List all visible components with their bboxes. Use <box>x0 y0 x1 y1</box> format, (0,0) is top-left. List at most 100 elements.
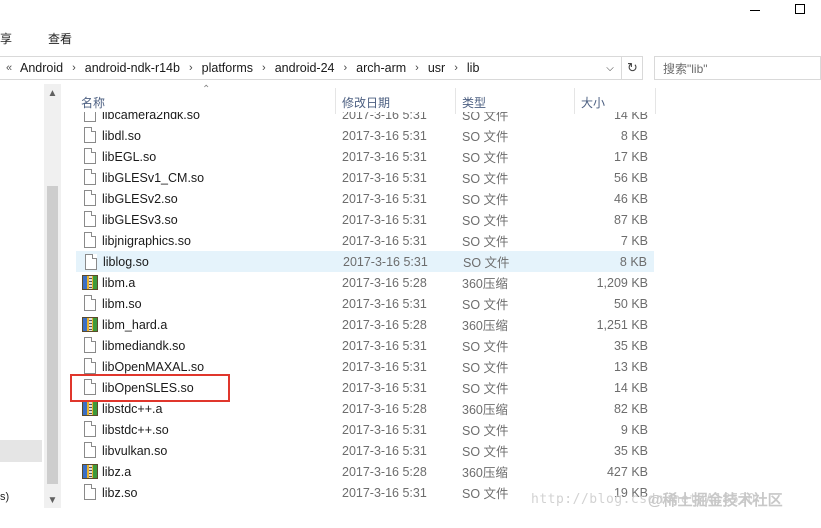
file-date: 2017-3-16 5:31 <box>342 443 427 458</box>
file-name: libm_hard.a <box>102 317 168 332</box>
breadcrumb-segment[interactable]: arch-arm › <box>356 61 428 75</box>
breadcrumb-label[interactable]: lib <box>467 61 480 75</box>
column-header-size[interactable]: 大小 <box>581 94 605 111</box>
document-glyph <box>84 484 96 500</box>
file-row[interactable]: libz.a 2017-3-16 5:28 360压缩 427 KB <box>76 461 654 482</box>
file-row[interactable]: libm.so 2017-3-16 5:31 SO 文件 50 KB <box>76 293 654 314</box>
refresh-icon: ↻ <box>627 60 638 75</box>
file-size: 7 KB <box>620 233 648 248</box>
document-glyph <box>84 190 96 206</box>
breadcrumb-segment[interactable]: lib <box>467 61 480 75</box>
breadcrumb-segment[interactable]: platforms › <box>202 61 275 75</box>
document-glyph <box>84 337 96 353</box>
file-type: 360压缩 <box>462 319 508 333</box>
breadcrumb-separator-icon[interactable]: › <box>189 62 193 74</box>
nav-selected-item[interactable] <box>0 440 42 462</box>
file-icon <box>82 169 98 186</box>
tab-view[interactable]: 查看 <box>48 30 72 47</box>
scroll-up-icon[interactable]: ▲ <box>44 88 61 99</box>
breadcrumb-label[interactable]: android-ndk-r14b <box>85 61 180 75</box>
refresh-button[interactable]: ↻ <box>621 57 643 79</box>
file-name: libjnigraphics.so <box>102 233 191 248</box>
file-name: libmediandk.so <box>102 338 186 353</box>
column-divider[interactable] <box>574 88 575 114</box>
file-row[interactable]: libm.a 2017-3-16 5:28 360压缩 1,209 KB <box>76 272 654 293</box>
file-size: 1,209 KB <box>596 275 648 290</box>
file-row[interactable]: libEGL.so 2017-3-16 5:31 SO 文件 17 KB <box>76 146 654 167</box>
tab-share[interactable]: 共享 <box>0 30 12 47</box>
file-name: libGLESv2.so <box>102 191 178 206</box>
file-row[interactable]: libmediandk.so 2017-3-16 5:31 SO 文件 35 KB <box>76 335 654 356</box>
file-icon <box>82 190 98 207</box>
file-size: 9 KB <box>620 422 648 437</box>
file-name: libdl.so <box>102 128 141 143</box>
file-date: 2017-3-16 5:31 <box>342 485 427 500</box>
chevron-down-icon: ⌵ <box>606 62 614 74</box>
file-row[interactable]: liblog.so 2017-3-16 5:31 SO 文件 8 KB <box>76 251 654 272</box>
file-icon <box>82 442 98 459</box>
file-name: libOpenMAXAL.so <box>102 359 205 374</box>
file-size: 13 KB <box>613 359 648 374</box>
breadcrumb-segment[interactable]: Android › <box>20 61 85 75</box>
column-divider[interactable] <box>335 88 336 114</box>
file-name: libvulkan.so <box>102 443 168 458</box>
file-date: 2017-3-16 5:28 <box>342 464 427 479</box>
column-divider[interactable] <box>655 88 656 114</box>
file-row[interactable]: libstdc++.so 2017-3-16 5:31 SO 文件 9 KB <box>76 419 654 440</box>
breadcrumb-label[interactable]: arch-arm <box>356 61 406 75</box>
file-row[interactable]: libGLESv2.so 2017-3-16 5:31 SO 文件 46 KB <box>76 188 654 209</box>
minimize-button[interactable] <box>732 0 778 18</box>
breadcrumb-segment[interactable]: usr › <box>428 61 467 75</box>
file-name: libz.so <box>102 485 138 500</box>
scrollbar-thumb[interactable] <box>47 186 58 484</box>
breadcrumb-label[interactable]: android-24 <box>275 61 335 75</box>
breadcrumb-separator-icon[interactable]: › <box>72 62 76 74</box>
file-date: 2017-3-16 5:28 <box>342 317 427 332</box>
column-header-date[interactable]: 修改日期 <box>342 94 390 111</box>
file-size: 46 KB <box>613 191 648 206</box>
document-glyph <box>84 211 96 227</box>
maximize-button[interactable] <box>777 0 821 18</box>
file-date: 2017-3-16 5:31 <box>342 359 427 374</box>
file-type: 360压缩 <box>462 403 508 417</box>
archive-icon <box>82 400 98 417</box>
file-size: 8 KB <box>620 128 648 143</box>
file-size: 82 KB <box>613 401 648 416</box>
column-divider[interactable] <box>455 88 456 114</box>
document-glyph <box>84 358 96 374</box>
file-date: 2017-3-16 5:31 <box>342 112 427 122</box>
breadcrumb-segment[interactable]: android-24 › <box>275 61 356 75</box>
file-row[interactable]: libcamera2ndk.so 2017-3-16 5:31 SO 文件 14 KB <box>76 112 654 125</box>
file-type: SO 文件 <box>462 235 509 249</box>
file-row[interactable]: libdl.so 2017-3-16 5:31 SO 文件 8 KB <box>76 125 654 146</box>
file-row[interactable]: libvulkan.so 2017-3-16 5:31 SO 文件 35 KB <box>76 440 654 461</box>
file-icon <box>82 484 98 501</box>
nav-item-partial-label[interactable]: s) <box>0 491 9 503</box>
address-bar[interactable]: « Android › android-ndk-r14b › platforms › and… <box>0 56 643 80</box>
address-dropdown-button[interactable]: ⌵ <box>600 57 620 79</box>
document-glyph <box>84 127 96 143</box>
breadcrumb-label[interactable]: platforms <box>202 61 253 75</box>
file-row[interactable]: libGLESv1_CM.so 2017-3-16 5:31 SO 文件 56 KB <box>76 167 654 188</box>
overflow-chevron-icon[interactable]: « <box>0 62 18 74</box>
file-type: SO 文件 <box>462 298 509 312</box>
breadcrumb-separator-icon[interactable]: › <box>415 62 419 74</box>
breadcrumb-label[interactable]: usr <box>428 61 445 75</box>
breadcrumb-separator-icon[interactable]: › <box>262 62 266 74</box>
file-row[interactable]: libjnigraphics.so 2017-3-16 5:31 SO 文件 7 KB <box>76 230 654 251</box>
file-list-scrollbar[interactable] <box>808 84 821 508</box>
breadcrumb-segment[interactable]: android-ndk-r14b › <box>85 61 202 75</box>
column-header-type[interactable]: 类型 <box>462 94 486 111</box>
file-date: 2017-3-16 5:31 <box>342 296 427 311</box>
navigation-scrollbar[interactable]: ▲ ▼ <box>44 84 61 508</box>
file-type: 360压缩 <box>462 466 508 480</box>
breadcrumb-separator-icon[interactable]: › <box>343 62 347 74</box>
scroll-down-icon[interactable]: ▼ <box>44 495 61 506</box>
column-header-name[interactable]: 名称 <box>81 94 105 111</box>
search-input[interactable]: 搜索"lib" <box>654 56 821 80</box>
breadcrumb-separator-icon[interactable]: › <box>454 62 458 74</box>
file-row[interactable]: libm_hard.a 2017-3-16 5:28 360压缩 1,251 KB <box>76 314 654 335</box>
file-row[interactable]: libGLESv3.so 2017-3-16 5:31 SO 文件 87 KB <box>76 209 654 230</box>
breadcrumb-label[interactable]: Android <box>20 61 63 75</box>
file-type: SO 文件 <box>462 382 509 396</box>
